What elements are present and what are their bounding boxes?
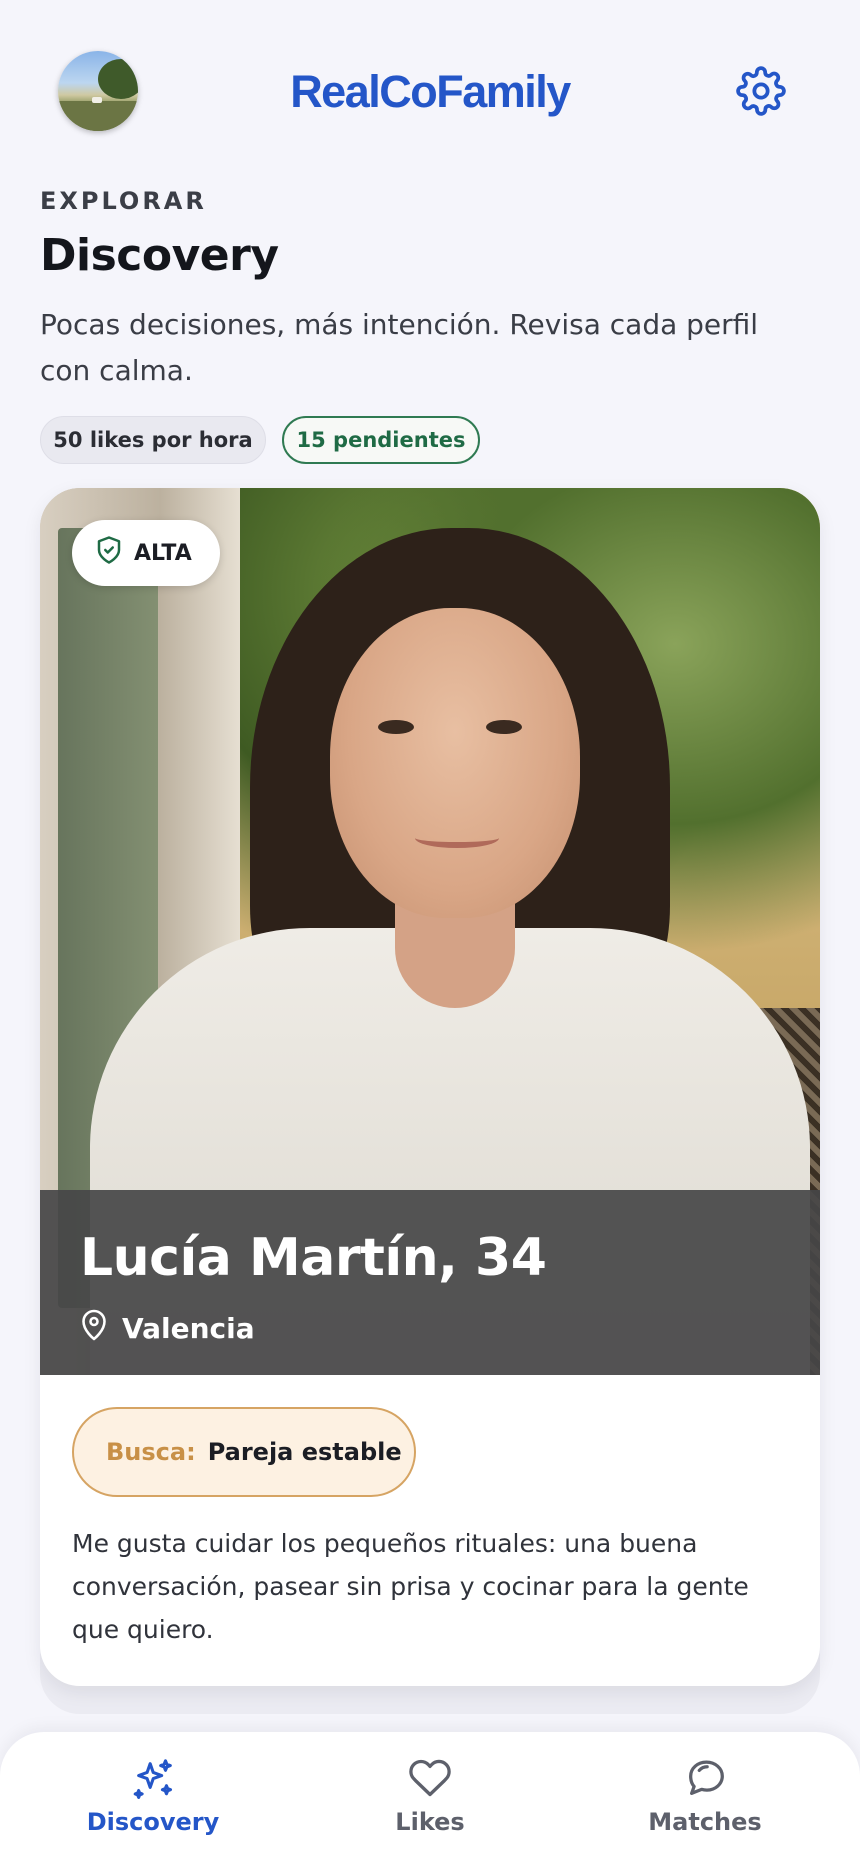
- photo-eye: [378, 720, 414, 734]
- chat-bubbles-icon: [689, 1760, 724, 1796]
- seeking-value: Pareja estable: [207, 1438, 402, 1466]
- photo-mouth: [415, 828, 499, 848]
- sparkles-icon: [133, 1759, 173, 1799]
- nav-likes[interactable]: Likes: [330, 1732, 530, 1864]
- nav-matches-label: Matches: [648, 1808, 762, 1836]
- gear-icon[interactable]: [736, 66, 786, 116]
- nav-matches[interactable]: Matches: [605, 1732, 805, 1864]
- map-pin-icon: [80, 1308, 108, 1349]
- pending-chip[interactable]: 15 pendientes: [282, 416, 480, 464]
- likes-per-hour-chip: 50 likes por hora: [40, 416, 266, 464]
- seeking-label: Busca:: [106, 1438, 196, 1466]
- profile-photo[interactable]: ALTA Lucía Martín, 34 Valencia: [40, 488, 820, 1375]
- seeking-pill: Busca: Pareja estable: [72, 1407, 416, 1497]
- profile-name: Lucía Martín, 34: [80, 1228, 547, 1288]
- nav-discovery-label: Discovery: [86, 1808, 220, 1836]
- bottom-nav: Discovery Likes Matches: [0, 1732, 860, 1864]
- badge-label: ALTA: [134, 540, 192, 566]
- discovery-screen: RealCoFamily EXPLORAR Discovery Pocas de…: [0, 0, 860, 1864]
- photo-face: [330, 608, 580, 918]
- nav-likes-label: Likes: [395, 1808, 465, 1836]
- page-title: Discovery: [40, 230, 279, 281]
- profile-card[interactable]: ALTA Lucía Martín, 34 Valencia Busca: Pa…: [40, 488, 820, 1686]
- app-logo: RealCoFamily: [290, 66, 571, 117]
- photo-eye: [486, 720, 522, 734]
- page-subtitle: Pocas decisiones, más intención. Revisa …: [40, 308, 759, 387]
- profile-bio: Me gusta cuidar los pequeños rituales: u…: [72, 1529, 749, 1644]
- profile-location: Valencia: [80, 1308, 255, 1349]
- section-eyebrow: EXPLORAR: [40, 187, 207, 215]
- shield-check-icon: [94, 535, 124, 571]
- top-bar: RealCoFamily: [0, 0, 860, 180]
- location-label: Valencia: [122, 1312, 255, 1345]
- heart-icon: [409, 1759, 451, 1797]
- nav-discovery[interactable]: Discovery: [53, 1732, 253, 1864]
- verification-badge: ALTA: [72, 520, 220, 586]
